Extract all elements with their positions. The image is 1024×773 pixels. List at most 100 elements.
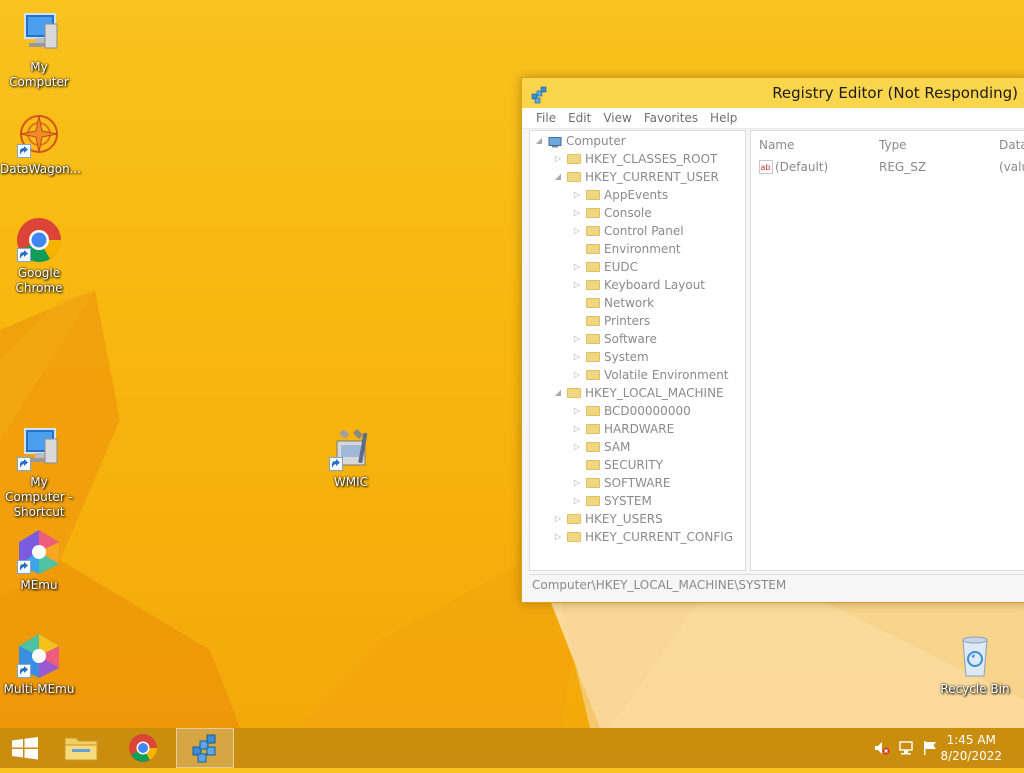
tree-item[interactable]: Environment — [530, 240, 745, 258]
folder-icon — [586, 334, 600, 344]
collapsed-arrow-icon[interactable]: ▷ — [572, 186, 582, 204]
tree-item[interactable]: ▷ HARDWARE — [530, 420, 745, 438]
tree-item[interactable]: ▷ SYSTEM — [530, 492, 745, 510]
menu-edit[interactable]: Edit — [562, 108, 597, 128]
start-button[interactable] — [0, 728, 58, 768]
tree-item[interactable]: ▷ HKEY_USERS — [530, 510, 745, 528]
action-center-flag-icon[interactable] — [922, 740, 938, 756]
multi-memu-icon — [15, 632, 63, 680]
desktop-icon-my-computer-shortcut[interactable]: My Computer - Shortcut — [0, 425, 78, 520]
menu-view[interactable]: View — [597, 108, 637, 128]
collapsed-arrow-icon[interactable]: ▷ — [572, 366, 582, 384]
tree-item-label: HKEY_USERS — [585, 512, 663, 526]
computer-icon — [548, 135, 562, 148]
folder-icon — [586, 280, 600, 290]
collapsed-arrow-icon[interactable]: ▷ — [572, 474, 582, 492]
taskbar-registry-editor[interactable] — [176, 728, 234, 768]
folder-icon — [586, 406, 600, 416]
tree-item[interactable]: ▷ Console — [530, 204, 745, 222]
value-data: (valu — [999, 160, 1024, 174]
expanded-arrow-icon[interactable]: ◢ — [553, 168, 563, 186]
registry-tree[interactable]: ◢ Computer ▷ HKEY_CLASSES_ROOT ◢ HKEY_CURRENT… — [529, 130, 746, 571]
expanded-arrow-icon[interactable]: ◢ — [553, 384, 563, 402]
collapsed-arrow-icon[interactable]: ▷ — [572, 492, 582, 510]
menu-favorites[interactable]: Favorites — [638, 108, 704, 128]
menu-help[interactable]: Help — [704, 108, 743, 128]
tree-item[interactable]: ◢ HKEY_CURRENT_USER — [530, 168, 745, 186]
collapsed-arrow-icon[interactable]: ▷ — [572, 276, 582, 294]
folder-icon — [586, 226, 600, 236]
desktop-icon-my-computer[interactable]: My Computer — [0, 10, 78, 90]
collapsed-arrow-icon[interactable]: ▷ — [553, 510, 563, 528]
folder-icon — [567, 388, 581, 398]
desktop-icon-datawagon[interactable]: DataWagon... — [0, 112, 81, 177]
tree-item[interactable]: ▷ Control Panel — [530, 222, 745, 240]
column-header-name[interactable]: Name — [759, 136, 794, 154]
tree-item[interactable]: Printers — [530, 312, 745, 330]
collapsed-arrow-icon[interactable]: ▷ — [572, 222, 582, 240]
tree-item-label: SECURITY — [604, 458, 663, 472]
collapsed-arrow-icon[interactable]: ▷ — [572, 420, 582, 438]
collapsed-arrow-icon[interactable]: ▷ — [572, 204, 582, 222]
values-list[interactable]: Name Type Data ab (Default) REG_SZ (valu — [750, 130, 1024, 571]
memu-icon — [15, 528, 63, 576]
status-path: Computer\HKEY_LOCAL_MACHINE\SYSTEM — [532, 578, 787, 592]
column-header-data[interactable]: Data — [999, 136, 1024, 154]
expanded-arrow-icon[interactable]: ◢ — [534, 132, 544, 150]
tree-item-label: Environment — [604, 242, 681, 256]
tree-item[interactable]: ▷ HKEY_CLASSES_ROOT — [530, 150, 745, 168]
taskbar-google-chrome[interactable] — [114, 728, 172, 768]
shortcut-arrow-icon — [329, 457, 343, 471]
tree-item[interactable]: ▷ Keyboard Layout — [530, 276, 745, 294]
folder-icon — [586, 190, 600, 200]
taskbar-file-explorer[interactable] — [52, 728, 110, 768]
collapsed-arrow-icon[interactable]: ▷ — [553, 528, 563, 546]
collapsed-arrow-icon[interactable]: ▷ — [572, 330, 582, 348]
tree-item-label: Control Panel — [604, 224, 684, 238]
tree-item[interactable]: Network — [530, 294, 745, 312]
speaker-muted-icon[interactable] — [874, 740, 890, 756]
registry-editor-window[interactable]: Registry Editor (Not Responding) File Edi… — [521, 77, 1024, 603]
desktop-icon-memu[interactable]: MEmu — [0, 528, 78, 593]
collapsed-arrow-icon[interactable]: ▷ — [572, 402, 582, 420]
tree-item-label: Printers — [604, 314, 651, 328]
column-header-type[interactable]: Type — [879, 136, 907, 154]
title-bar[interactable]: Registry Editor (Not Responding) — [522, 78, 1024, 108]
folder-icon — [64, 737, 98, 761]
desktop-icon-wmic[interactable]: WMIC — [312, 425, 390, 490]
chrome-icon — [15, 216, 63, 264]
shortcut-arrow-icon — [17, 144, 31, 158]
tree-item[interactable]: SECURITY — [530, 456, 745, 474]
shortcut-arrow-icon — [17, 248, 31, 262]
collapsed-arrow-icon[interactable]: ▷ — [553, 150, 563, 168]
value-type: REG_SZ — [879, 160, 927, 174]
tree-item[interactable]: ▷ HKEY_CURRENT_CONFIG — [530, 528, 745, 546]
network-icon[interactable] — [898, 740, 914, 756]
desktop-icon-google-chrome[interactable]: Google Chrome — [0, 216, 78, 296]
collapsed-arrow-icon[interactable]: ▷ — [572, 258, 582, 276]
tree-item[interactable]: ▷ SOFTWARE — [530, 474, 745, 492]
tree-item[interactable]: ▷ Volatile Environment — [530, 366, 745, 384]
tree-item[interactable]: ◢ HKEY_LOCAL_MACHINE — [530, 384, 745, 402]
menu-file[interactable]: File — [522, 108, 562, 128]
tree-item[interactable]: ▷ SAM — [530, 438, 745, 456]
folder-icon — [586, 244, 600, 254]
regedit-icon — [192, 734, 216, 763]
tree-item-label: AppEvents — [604, 188, 669, 202]
folder-icon — [586, 370, 600, 380]
folder-icon — [567, 172, 581, 182]
shortcut-arrow-icon — [17, 560, 31, 574]
desktop-icon-recycle-bin[interactable]: Recycle Bin — [936, 632, 1014, 697]
tree-item[interactable]: ▷ AppEvents — [530, 186, 745, 204]
collapsed-arrow-icon[interactable]: ▷ — [572, 348, 582, 366]
clock-date: 8/20/2022 — [940, 749, 1002, 763]
tree-item[interactable]: ▷ Software — [530, 330, 745, 348]
tree-item[interactable]: ▷ EUDC — [530, 258, 745, 276]
desktop-icon-multi-memu[interactable]: Multi-MEmu — [0, 632, 78, 697]
tree-item[interactable]: ▷ System — [530, 348, 745, 366]
collapsed-arrow-icon[interactable]: ▷ — [572, 438, 582, 456]
tree-item[interactable]: ▷ BCD00000000 — [530, 402, 745, 420]
tree-item[interactable]: ◢ Computer — [530, 132, 745, 150]
system-clock[interactable]: 1:45 AM 8/20/2022 — [940, 732, 1002, 764]
tree-item-label: HARDWARE — [604, 422, 675, 436]
